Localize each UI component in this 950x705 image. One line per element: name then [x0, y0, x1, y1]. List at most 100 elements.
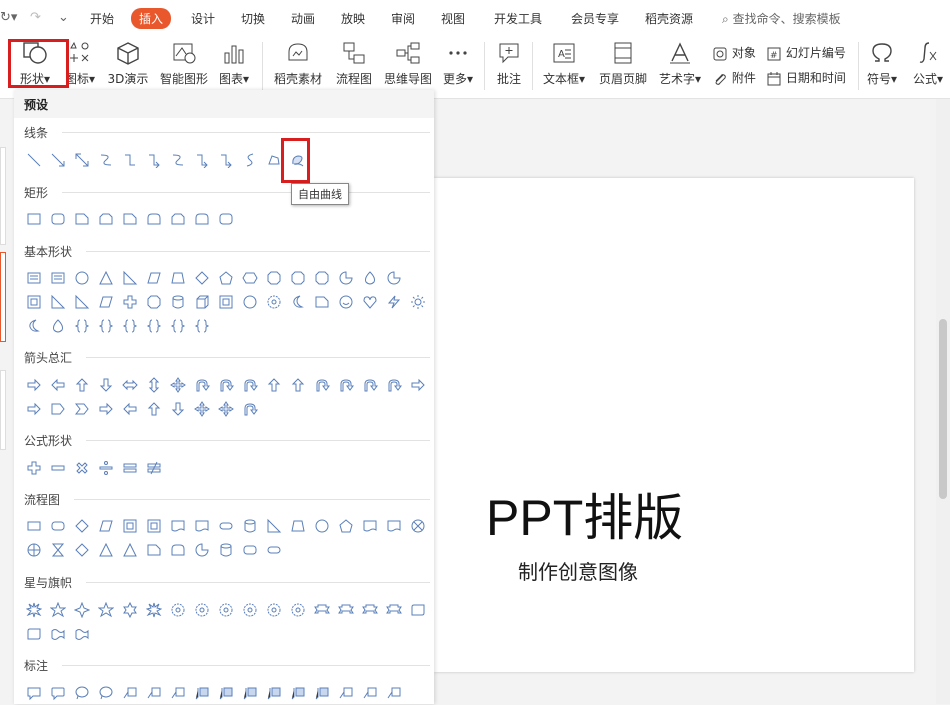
- comment-button[interactable]: 批注: [492, 38, 526, 87]
- slide-subtitle[interactable]: 制作创意图像: [518, 556, 638, 585]
- shape-darrow[interactable]: [166, 397, 190, 421]
- menu-transition[interactable]: 切换: [241, 10, 265, 27]
- menu-docer[interactable]: 稻壳资源: [645, 10, 693, 27]
- shape-curve[interactable]: [166, 148, 190, 172]
- shape-calline[interactable]: [382, 681, 406, 705]
- shape-calline[interactable]: [358, 681, 382, 705]
- shape-rarrow[interactable]: [406, 373, 430, 397]
- shape-frame[interactable]: [22, 290, 46, 314]
- shape-noteq[interactable]: [142, 456, 166, 480]
- shape-rarrow[interactable]: [22, 397, 46, 421]
- shape-cube[interactable]: [190, 290, 214, 314]
- shape-divide[interactable]: [94, 456, 118, 480]
- 3d-demo-button[interactable]: 3D演示: [106, 38, 150, 87]
- flowchart-button[interactable]: 流程图: [332, 38, 376, 87]
- shape-quad[interactable]: [214, 397, 238, 421]
- wordart-button[interactable]: 艺术字▾: [656, 38, 704, 87]
- shape-doc[interactable]: [190, 514, 214, 538]
- shape-frame[interactable]: [142, 514, 166, 538]
- menu-insert[interactable]: 插入: [131, 8, 172, 29]
- shape-sealn[interactable]: [238, 598, 262, 622]
- shape-ribbon[interactable]: [382, 598, 406, 622]
- shape-uturn[interactable]: [358, 373, 382, 397]
- shape-callcloud[interactable]: [94, 681, 118, 705]
- smartart-button[interactable]: 智能图形: [158, 38, 210, 87]
- shape-quad[interactable]: [190, 397, 214, 421]
- shape-uturn[interactable]: [238, 397, 262, 421]
- shape-rect[interactable]: [22, 207, 46, 231]
- attachment-button[interactable]: 附件: [712, 69, 756, 87]
- shape-snip[interactable]: [118, 207, 142, 231]
- shape-callround[interactable]: [46, 681, 70, 705]
- shape-doc[interactable]: [382, 514, 406, 538]
- shape-can[interactable]: [166, 290, 190, 314]
- shape-para[interactable]: [142, 266, 166, 290]
- shape-trap[interactable]: [166, 266, 190, 290]
- slide-thumbnail[interactable]: [0, 370, 6, 450]
- shape-star5[interactable]: [46, 598, 70, 622]
- menu-review[interactable]: 审阅: [391, 10, 415, 27]
- menu-developer[interactable]: 开发工具: [494, 10, 542, 27]
- shape-diamond[interactable]: [70, 538, 94, 562]
- shape-rtri[interactable]: [70, 290, 94, 314]
- shape-rrect[interactable]: [46, 207, 70, 231]
- shape-line[interactable]: [22, 148, 46, 172]
- scrollbar-thumb[interactable]: [939, 319, 947, 499]
- shape-udarrow[interactable]: [142, 373, 166, 397]
- slide-thumbnail[interactable]: [0, 147, 6, 245]
- slide-title[interactable]: PPT排版: [486, 478, 683, 550]
- shape-bolt[interactable]: [382, 290, 406, 314]
- shape-elbowa[interactable]: [214, 148, 238, 172]
- chevron-down-icon[interactable]: ⌄: [58, 10, 69, 25]
- shape-calbar[interactable]: [214, 681, 238, 705]
- shape-tri[interactable]: [118, 538, 142, 562]
- shape-doc[interactable]: [166, 514, 190, 538]
- shape-pie[interactable]: [190, 538, 214, 562]
- shape-calline[interactable]: [166, 681, 190, 705]
- shape-textbox[interactable]: [22, 266, 46, 290]
- shape-octa[interactable]: [310, 266, 334, 290]
- shape-sealn[interactable]: [286, 598, 310, 622]
- docer-material-button[interactable]: 稻壳素材: [272, 38, 324, 87]
- shape-diamond[interactable]: [190, 266, 214, 290]
- shape-curve[interactable]: [94, 148, 118, 172]
- shape-moon[interactable]: [286, 290, 310, 314]
- shape-tri[interactable]: [94, 538, 118, 562]
- shape-uarrow[interactable]: [142, 397, 166, 421]
- shape-cross[interactable]: [118, 290, 142, 314]
- shape-ribbon[interactable]: [334, 598, 358, 622]
- shape-scroll[interactable]: [406, 598, 430, 622]
- shape-sealn[interactable]: [190, 598, 214, 622]
- shape-brace[interactable]: [94, 314, 118, 338]
- shape-star4[interactable]: [70, 598, 94, 622]
- shape-times[interactable]: [70, 456, 94, 480]
- shape-uarrow[interactable]: [70, 373, 94, 397]
- shape-snip2[interactable]: [94, 207, 118, 231]
- shape-darrow[interactable]: [94, 373, 118, 397]
- undo-icon[interactable]: ↷: [30, 10, 41, 25]
- shape-calbar[interactable]: [310, 681, 334, 705]
- header-footer-button[interactable]: 页眉页脚: [598, 38, 648, 87]
- shape-flowalt[interactable]: [238, 538, 262, 562]
- shape-arrowline[interactable]: [46, 148, 70, 172]
- shape-chevron[interactable]: [70, 397, 94, 421]
- shape-flowproc[interactable]: [22, 514, 46, 538]
- shape-sealn[interactable]: [262, 290, 286, 314]
- shape-hexa[interactable]: [238, 266, 262, 290]
- shape-round1[interactable]: [166, 538, 190, 562]
- menu-member[interactable]: 会员专享: [571, 10, 619, 27]
- shape-brace[interactable]: [190, 314, 214, 338]
- shape-brace[interactable]: [142, 314, 166, 338]
- shape-scroll[interactable]: [22, 622, 46, 646]
- symbol-button[interactable]: 符号▾: [864, 38, 900, 87]
- shape-larrow[interactable]: [46, 373, 70, 397]
- shape-star5[interactable]: [94, 598, 118, 622]
- shape-circle[interactable]: [70, 266, 94, 290]
- menu-slideshow[interactable]: 放映: [341, 10, 365, 27]
- shape-brace[interactable]: [70, 314, 94, 338]
- shape-ribbon[interactable]: [310, 598, 334, 622]
- object-button[interactable]: 对象: [712, 44, 756, 62]
- shape-larrow[interactable]: [118, 397, 142, 421]
- shape-penta[interactable]: [214, 266, 238, 290]
- shape-plus[interactable]: [22, 456, 46, 480]
